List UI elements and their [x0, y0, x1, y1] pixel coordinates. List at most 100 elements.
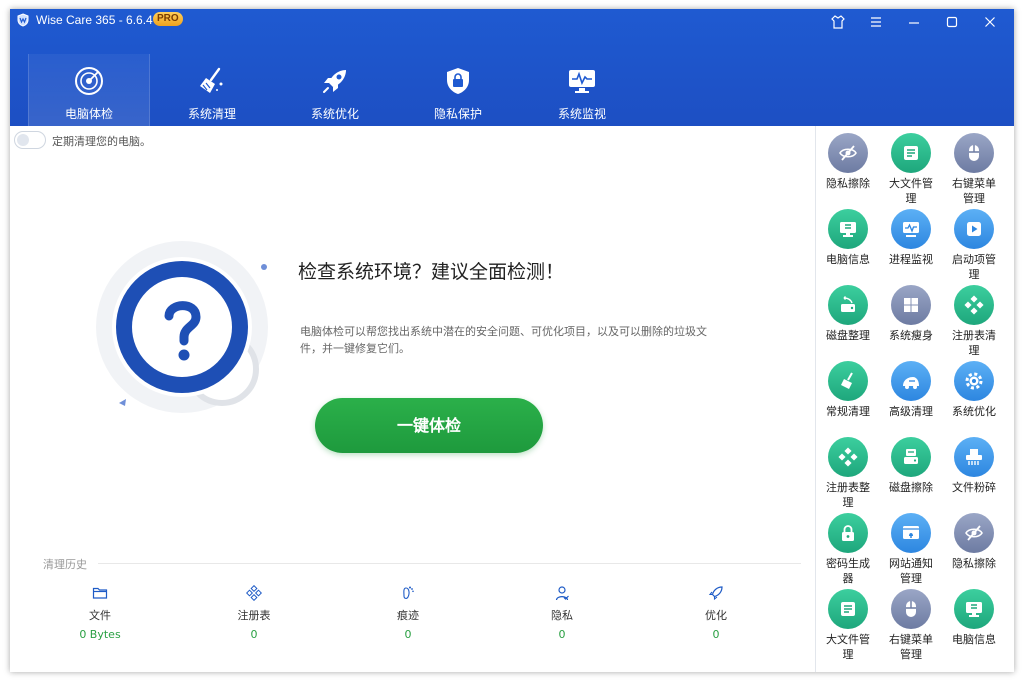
tool-label: 电脑信息 [826, 253, 870, 266]
tool-common-cleaner[interactable]: 常规清理 [817, 361, 879, 419]
history-value: 0 [250, 628, 258, 641]
tool-startup-manager[interactable]: 启动项管 理 [943, 209, 1005, 282]
broom-icon [841, 372, 853, 389]
tab-system-monitor[interactable]: 系统监视 [522, 54, 642, 126]
startup-play-icon [967, 222, 981, 236]
tool-large-file-manager-2[interactable]: 大文件管 理 [817, 589, 879, 662]
close-icon[interactable] [982, 14, 998, 30]
tool-icon-circle [891, 209, 931, 249]
tool-icon-circle [828, 285, 868, 325]
file-list-icon [904, 146, 918, 160]
history-value: 0 [558, 628, 566, 641]
tool-label-line2: 管理 [900, 648, 922, 661]
eye-slash-icon [839, 145, 857, 161]
computer-icon [840, 222, 856, 237]
tool-privacy-eraser[interactable]: 隐私擦除 [817, 133, 879, 191]
tool-label-line2: 管理 [900, 572, 922, 585]
tab-system-cleaner[interactable]: 系统清理 [152, 54, 272, 126]
tool-label: 系统瘦身 [889, 329, 933, 342]
skin-shirt-icon[interactable] [830, 14, 846, 30]
history-title: 清理历史 [43, 558, 87, 571]
tool-disk-eraser[interactable]: 磁盘擦除 [880, 437, 942, 495]
history-item-registry: 注册表 0 [204, 585, 304, 641]
tab-label: 隐私保护 [433, 107, 482, 121]
maximize-icon[interactable] [944, 14, 960, 30]
tool-label-line2: 管理 [963, 192, 985, 205]
tool-context-menu-2[interactable]: 右键菜单 管理 [880, 589, 942, 662]
registry-defrag-icon [838, 447, 858, 467]
disk-defrag-icon [841, 296, 855, 312]
rocket-icon [708, 586, 723, 601]
tab-system-optimizer[interactable]: 系统优化 [275, 54, 395, 126]
tool-label: 启动项管 [952, 253, 996, 266]
mouse-icon [906, 601, 916, 617]
tab-label: 电脑体检 [64, 107, 113, 121]
app-title: Wise Care 365 - 6.6.4 [36, 13, 153, 27]
tab-privacy-protector[interactable]: 隐私保护 [398, 54, 518, 126]
tool-icon-circle [828, 209, 868, 249]
tool-icon-circle [954, 437, 994, 477]
tool-label: 网站通知 [889, 557, 933, 570]
tool-file-shredder[interactable]: 文件粉碎 [943, 437, 1005, 495]
tool-icon-circle [828, 513, 868, 553]
menu-icon[interactable] [868, 14, 884, 30]
tool-registry-cleaner[interactable]: 注册表清 理 [943, 285, 1005, 358]
tool-label: 系统优化 [952, 405, 996, 418]
tool-label: 密码生成 [826, 557, 870, 570]
history-value: 0 [712, 628, 720, 641]
tool-label: 电脑信息 [952, 633, 996, 646]
tool-privacy-eraser-2[interactable]: 隐私擦除 [943, 513, 1005, 571]
history-item-privacy: 隐私 0 [512, 585, 612, 641]
mouse-icon [969, 145, 979, 161]
tool-context-menu[interactable]: 右键菜单 管理 [943, 133, 1005, 206]
tool-label: 注册表清 [952, 329, 996, 342]
tool-icon-circle [891, 361, 931, 401]
tab-pc-checkup[interactable]: 电脑体检 [28, 54, 150, 126]
tool-system-tuneup[interactable]: 系统优化 [943, 361, 1005, 419]
history-label: 注册表 [237, 609, 271, 622]
tool-label: 右键菜单 [889, 633, 933, 646]
tool-password-generator[interactable]: 密码生成 器 [817, 513, 879, 586]
tool-label-line2: 理 [968, 268, 980, 281]
minimize-icon[interactable] [906, 14, 922, 30]
tool-large-file-manager[interactable]: 大文件管 理 [880, 133, 942, 206]
tool-advanced-cleaner[interactable]: 高级清理 [880, 361, 942, 419]
windows-icon [904, 298, 918, 312]
header: Wise Care 365 - 6.6.4 PRO 电脑体检 系统清理 系统优化… [10, 9, 1014, 126]
tool-website-notifications[interactable]: 网站通知 管理 [880, 513, 942, 586]
tool-icon-circle [954, 285, 994, 325]
tool-label-line2: 理 [842, 496, 854, 509]
tool-icon-circle [891, 133, 931, 173]
tab-label: 系统优化 [310, 107, 359, 121]
password-lock-icon [842, 525, 854, 541]
tool-label: 右键菜单 [952, 177, 996, 190]
tool-label: 磁盘擦除 [889, 481, 933, 494]
tool-icon-circle [954, 589, 994, 629]
tool-computer-info[interactable]: 电脑信息 [817, 209, 879, 267]
tool-label: 高级清理 [889, 405, 933, 418]
tool-registry-defrag[interactable]: 注册表整 理 [817, 437, 879, 510]
tool-label: 进程监视 [889, 253, 933, 266]
tool-label-line2: 理 [905, 192, 917, 205]
history-item-traces: 痕迹 0 [358, 585, 458, 641]
scan-now-button[interactable]: 一键体检 [315, 398, 543, 453]
folder-icon [92, 587, 108, 599]
title-bar: Wise Care 365 - 6.6.4 PRO [10, 9, 1014, 33]
tool-label-line2: 理 [968, 344, 980, 357]
history-label: 隐私 [551, 609, 573, 622]
tool-icon-circle [954, 361, 994, 401]
history-label: 文件 [89, 609, 111, 622]
schedule-toggle[interactable] [14, 131, 46, 149]
tool-computer-info-2[interactable]: 电脑信息 [943, 589, 1005, 647]
disk-wipe-icon [904, 449, 918, 464]
history-value: 0 [404, 628, 412, 641]
tool-system-slimming[interactable]: 系统瘦身 [880, 285, 942, 343]
tool-icon-circle [954, 133, 994, 173]
tool-label: 隐私擦除 [952, 557, 996, 570]
tool-label: 磁盘整理 [826, 329, 870, 342]
tool-process-monitor[interactable]: 进程监视 [880, 209, 942, 267]
tool-disk-defrag[interactable]: 磁盘整理 [817, 285, 879, 343]
pro-badge: PRO [153, 12, 183, 26]
tool-icon-circle [828, 437, 868, 477]
rocket-icon [323, 70, 346, 93]
